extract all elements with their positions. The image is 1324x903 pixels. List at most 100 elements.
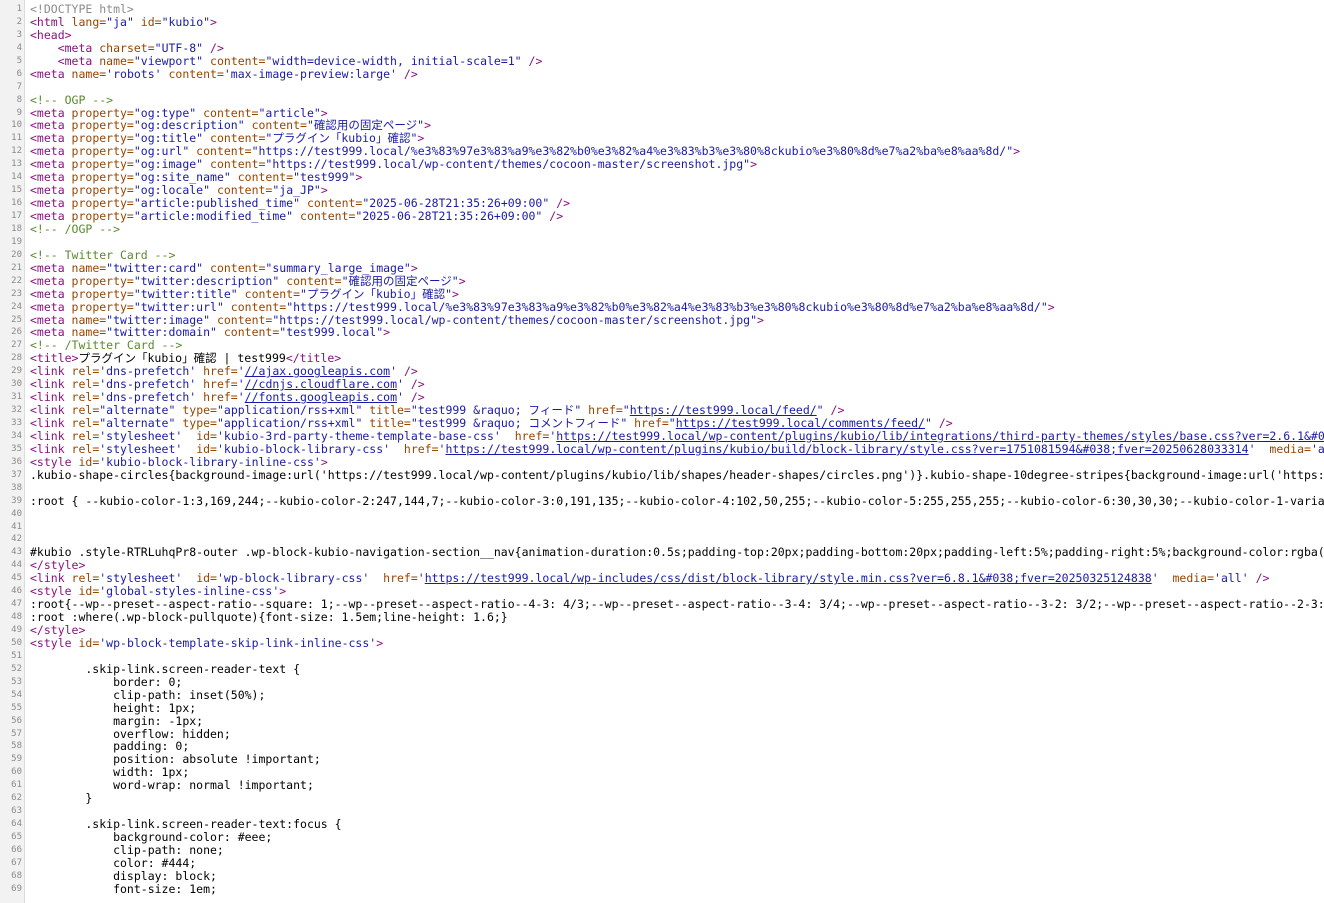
code-token: " — [816, 403, 824, 418]
source-line: 62 } — [0, 792, 1324, 805]
code-token: > — [452, 286, 459, 301]
source-link[interactable]: //ajax.googleapis.com — [245, 364, 390, 378]
source-link[interactable]: https://test999.local/wp-content/plugins… — [556, 429, 1324, 443]
source-line: 50 <style id='wp-block-template-skip-link… — [0, 635, 1324, 650]
source-line: 52 .skip-link.screen-reader-text { — [0, 661, 1324, 676]
code-token: "width=device-width, initial-scale=1" — [265, 53, 522, 68]
code-token: id= — [182, 428, 217, 443]
code-token: "article:published_time" — [133, 196, 301, 211]
code-token: "og:locale" — [133, 183, 211, 198]
line-number: 26 — [11, 327, 22, 338]
code-token: "https://test999.local/wp-content/themes… — [265, 157, 751, 172]
code-token: id= — [78, 635, 100, 650]
code-token: id= — [182, 441, 217, 456]
code-token: href= — [196, 364, 238, 379]
code-token: /> — [403, 390, 425, 405]
code-token: </style> — [30, 558, 86, 573]
code-token: margin: -1px; — [30, 713, 204, 728]
source-link[interactable]: https://test999.local/wp-includes/css/di… — [425, 571, 1152, 585]
code-token: "og:type" — [133, 105, 197, 120]
line-number: 22 — [11, 275, 22, 286]
code-token: name= — [71, 260, 107, 275]
code-token: content= — [300, 196, 363, 211]
code-token: content= — [203, 157, 266, 172]
source-line: 61 word-wrap: normal !important; — [0, 779, 1324, 792]
code-token: property= — [71, 144, 134, 159]
code-token: <meta — [30, 144, 72, 159]
code-token: <!-- Twitter Card --> — [30, 247, 176, 262]
line-number: 39 — [11, 495, 22, 506]
source-line: 57 overflow: hidden; — [0, 726, 1324, 741]
line-number: 41 — [11, 521, 22, 532]
code-token: content= — [244, 118, 307, 133]
code-token: /> — [397, 364, 418, 379]
code-token: rel= — [71, 377, 100, 392]
code-token: charset= — [99, 40, 155, 55]
code-token: <!-- /Twitter Card --> — [30, 338, 183, 353]
line-number: 14 — [11, 172, 22, 183]
source-link[interactable]: //fonts.googleapis.com — [245, 390, 397, 404]
source-line: 59 position: absolute !important; — [0, 753, 1324, 766]
code-token: > — [424, 118, 432, 133]
code-token: content= — [203, 53, 266, 68]
line-number: 25 — [11, 314, 22, 325]
code-token: href= — [369, 571, 418, 586]
code-token: 'robots' — [106, 66, 162, 81]
code-token: rel= — [71, 403, 100, 418]
code-token: href= — [500, 428, 550, 443]
source-line: 2 <html lang="ja" id="kubio"> — [0, 14, 1324, 29]
code-token: 'all' — [1214, 571, 1249, 586]
code-token: content= — [189, 144, 252, 159]
line-number: 29 — [11, 366, 22, 377]
code-token: <title> — [30, 351, 79, 366]
code-token: .kubio-shape-circles{background-image:ur… — [30, 467, 1324, 482]
code-token: 'kubio-block-library-css' — [216, 441, 391, 456]
source-link[interactable]: https://test999.local/comments/feed/ — [676, 416, 925, 430]
line-number: 55 — [11, 702, 22, 713]
line-number: 30 — [11, 379, 22, 390]
code-token: title= — [362, 416, 411, 430]
line-number: 52 — [11, 663, 22, 674]
code-token: name= — [71, 325, 107, 340]
line-number: 15 — [11, 185, 22, 196]
code-token: .skip-link.screen-reader-text { — [30, 661, 301, 676]
code-token: type= — [175, 403, 217, 418]
code-token: 'wp-block-template-skip-link-inline-css' — [99, 635, 377, 650]
code-token: 'dns-prefetch' — [99, 364, 197, 379]
code-token: id= — [133, 14, 162, 29]
code-token: "プラグイン「kubio」確認" — [265, 131, 418, 146]
line-number: 57 — [11, 728, 22, 739]
line-number: 7 — [16, 81, 22, 92]
code-token: id= — [182, 571, 217, 586]
code-token: <meta — [30, 118, 72, 133]
code-token: ' — [417, 571, 425, 586]
code-token: #kubio .style-RTRLuhqPr8-outer .wp-block… — [30, 545, 1324, 560]
line-number: 19 — [11, 236, 22, 247]
source-link[interactable]: https://test999.local/wp-content/plugins… — [445, 442, 1248, 456]
code-token: title= — [362, 403, 411, 418]
code-token: "og:image" — [133, 157, 204, 172]
line-text: <!-- /OGP --> — [30, 222, 120, 236]
source-line: 37 .kubio-shape-circles{background-image:… — [0, 467, 1324, 482]
line-number: 47 — [11, 599, 22, 610]
line-number: 5 — [16, 55, 22, 66]
line-text: <meta name='robots' content='max-image-p… — [30, 66, 418, 81]
code-token: name= — [99, 53, 134, 68]
code-token: <meta — [30, 66, 72, 81]
line-number: 56 — [11, 715, 22, 726]
source-link[interactable]: https://test999.local/feed/ — [630, 403, 817, 417]
code-token: overflow: hidden; — [30, 726, 231, 741]
code-token: <link — [30, 571, 72, 586]
line-number: 8 — [16, 94, 22, 105]
code-token: <link — [30, 416, 72, 430]
code-token: /> — [1248, 571, 1270, 586]
code-token: "プラグイン「kubio」確認" — [300, 286, 452, 301]
code-token: content= — [203, 260, 266, 275]
source-code: 1 <!DOCTYPE html> 2 <html lang="ja" id="kub… — [0, 3, 1324, 896]
source-line: 17 <meta property="article:modified_time"… — [0, 210, 1324, 223]
code-token: rel= — [71, 416, 100, 430]
code-token: content= — [210, 312, 273, 327]
code-token: プラグイン「kubio」確認 | test999 — [78, 351, 286, 366]
source-link[interactable]: //cdnjs.cloudflare.com — [245, 377, 397, 391]
code-token: > — [757, 312, 764, 327]
